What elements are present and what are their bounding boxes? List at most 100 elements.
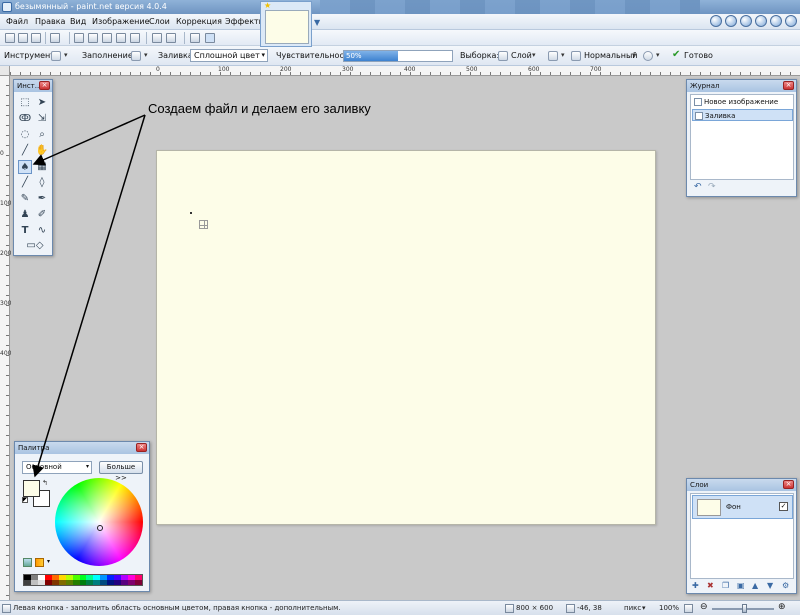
units-arrow-icon[interactable]: ▾: [642, 604, 646, 612]
duplicate-layer-icon[interactable]: ❐: [722, 581, 729, 590]
alpha-arrow-icon[interactable]: ▾: [656, 51, 660, 59]
gradient-icon[interactable]: ▦: [35, 160, 49, 174]
close-icon[interactable]: ×: [136, 443, 147, 452]
deselect-icon[interactable]: [130, 33, 140, 43]
close-icon[interactable]: ×: [783, 480, 794, 489]
palette-color-swatch[interactable]: [44, 575, 52, 585]
zoom-in-icon[interactable]: ⊕: [778, 602, 786, 612]
palette-color-cell[interactable]: [135, 580, 142, 585]
layer-row[interactable]: Фон ✓: [692, 495, 793, 519]
palette-mode-dropdown[interactable]: Основной ▾: [22, 461, 92, 474]
alpha-icon[interactable]: [643, 51, 653, 61]
move-selection-icon[interactable]: ➤: [35, 96, 49, 110]
image-canvas[interactable]: [156, 150, 656, 525]
fill-mode-arrow-icon[interactable]: ▾: [144, 51, 148, 59]
colors-toggle-icon[interactable]: [755, 15, 767, 27]
palette-options-icon[interactable]: [35, 558, 44, 567]
undo-icon[interactable]: [152, 33, 162, 43]
redo-icon[interactable]: [166, 33, 176, 43]
layer-visibility-checkbox[interactable]: ✓: [779, 502, 788, 511]
shapes-icon[interactable]: ▭◇: [22, 239, 48, 253]
palette-color-cell[interactable]: [128, 580, 135, 585]
history-undo-icon[interactable]: ↶: [694, 182, 702, 192]
tab-list-arrow-icon[interactable]: ▼: [314, 18, 320, 27]
menu-adjustments[interactable]: Коррекция: [176, 17, 222, 26]
layers-toggle-icon[interactable]: [740, 15, 752, 27]
blend-mode-arrow-icon[interactable]: ▾: [632, 51, 636, 59]
palette-color-swatch[interactable]: [24, 575, 31, 585]
swap-colors-icon[interactable]: ↰: [42, 479, 48, 487]
palette-color-swatch[interactable]: [128, 575, 135, 585]
delete-layer-icon[interactable]: ✖: [707, 581, 714, 590]
palette-color-cell[interactable]: [44, 580, 52, 585]
done-button[interactable]: Готово: [684, 51, 713, 60]
tool-dropdown-arrow-icon[interactable]: ▾: [64, 51, 68, 59]
menu-file[interactable]: Файл: [6, 17, 28, 26]
palette-color-cell[interactable]: [114, 580, 122, 585]
palette-color-cell[interactable]: [107, 580, 115, 585]
move-layer-up-icon[interactable]: ▲: [752, 581, 758, 590]
fill-dropdown[interactable]: Сплошной цвет ▾: [190, 49, 268, 62]
move-selected-icon[interactable]: ⇲: [35, 112, 49, 126]
blend-mode-icon[interactable]: [571, 51, 581, 61]
color-wheel[interactable]: [55, 478, 143, 566]
crop-icon[interactable]: [116, 33, 126, 43]
rulers-toggle-icon[interactable]: [205, 33, 215, 43]
ellipse-select-icon[interactable]: ◌: [18, 128, 32, 142]
palette-color-cell[interactable]: [93, 580, 101, 585]
recolor-icon[interactable]: ✐: [35, 208, 49, 222]
palette-color-cell[interactable]: [72, 580, 80, 585]
zoom-value[interactable]: 100%: [659, 604, 679, 612]
copy-icon[interactable]: [88, 33, 98, 43]
layer-sampling-icon[interactable]: [498, 51, 508, 61]
palette-color-cell[interactable]: [100, 580, 108, 585]
layer-properties-icon[interactable]: ⚙: [782, 581, 789, 590]
save-icon[interactable]: [31, 33, 41, 43]
menu-image[interactable]: Изображение: [92, 17, 150, 26]
palette-color-cell[interactable]: [37, 580, 45, 585]
palette-color-swatch[interactable]: [107, 575, 115, 585]
palette-color-swatch[interactable]: [93, 575, 101, 585]
line-curve-icon[interactable]: ∿: [35, 224, 49, 238]
rectangle-select-icon[interactable]: ⬚: [18, 96, 32, 110]
clone-stamp-icon[interactable]: ♟: [18, 208, 32, 222]
fill-mode-icon[interactable]: [131, 51, 141, 61]
palette-color-swatch[interactable]: [86, 575, 94, 585]
pencil-icon[interactable]: ✎: [18, 192, 32, 206]
menu-view[interactable]: Вид: [70, 17, 86, 26]
paint-bucket-icon[interactable]: ♠: [18, 160, 32, 174]
pan-icon[interactable]: ✋: [35, 144, 49, 158]
antialiasing-icon[interactable]: [548, 51, 558, 61]
palette-color-cell[interactable]: [86, 580, 94, 585]
selection-value[interactable]: Слой: [511, 51, 532, 60]
palette-color-swatch[interactable]: [58, 575, 66, 585]
palette-color-swatch[interactable]: [30, 575, 38, 585]
primary-color-swatch[interactable]: [23, 480, 40, 497]
reset-colors-icon[interactable]: [22, 497, 28, 503]
palette-color-swatch[interactable]: [100, 575, 108, 585]
selection-arrow-icon[interactable]: ▾: [532, 51, 536, 59]
more-button[interactable]: Больше >>: [99, 461, 143, 482]
palette-options-arrow-icon[interactable]: ▾: [47, 558, 50, 565]
print-icon[interactable]: [50, 33, 60, 43]
palette-color-cell[interactable]: [51, 580, 59, 585]
zoom-icon[interactable]: ⌕: [35, 128, 49, 142]
palette-color-cell[interactable]: [30, 580, 38, 585]
history-toggle-icon[interactable]: [725, 15, 737, 27]
cut-icon[interactable]: [74, 33, 84, 43]
palette-color-cell[interactable]: [58, 580, 66, 585]
eraser-icon[interactable]: ◊: [35, 176, 49, 190]
palette-color-swatch[interactable]: [114, 575, 122, 585]
text-icon[interactable]: T: [18, 224, 32, 238]
close-icon[interactable]: ×: [783, 81, 794, 90]
palette-color-swatch[interactable]: [65, 575, 73, 585]
grid-icon[interactable]: [190, 33, 200, 43]
zoom-fit-icon[interactable]: [684, 604, 693, 613]
palette-color-cell[interactable]: [24, 580, 31, 585]
history-item[interactable]: Новое изображение: [692, 96, 793, 108]
add-layer-icon[interactable]: ✚: [692, 581, 699, 590]
settings-icon[interactable]: [770, 15, 782, 27]
palette-color-swatch[interactable]: [51, 575, 59, 585]
zoom-out-icon[interactable]: ⊖: [700, 602, 708, 612]
blend-mode-value[interactable]: Нормальный: [584, 51, 638, 60]
